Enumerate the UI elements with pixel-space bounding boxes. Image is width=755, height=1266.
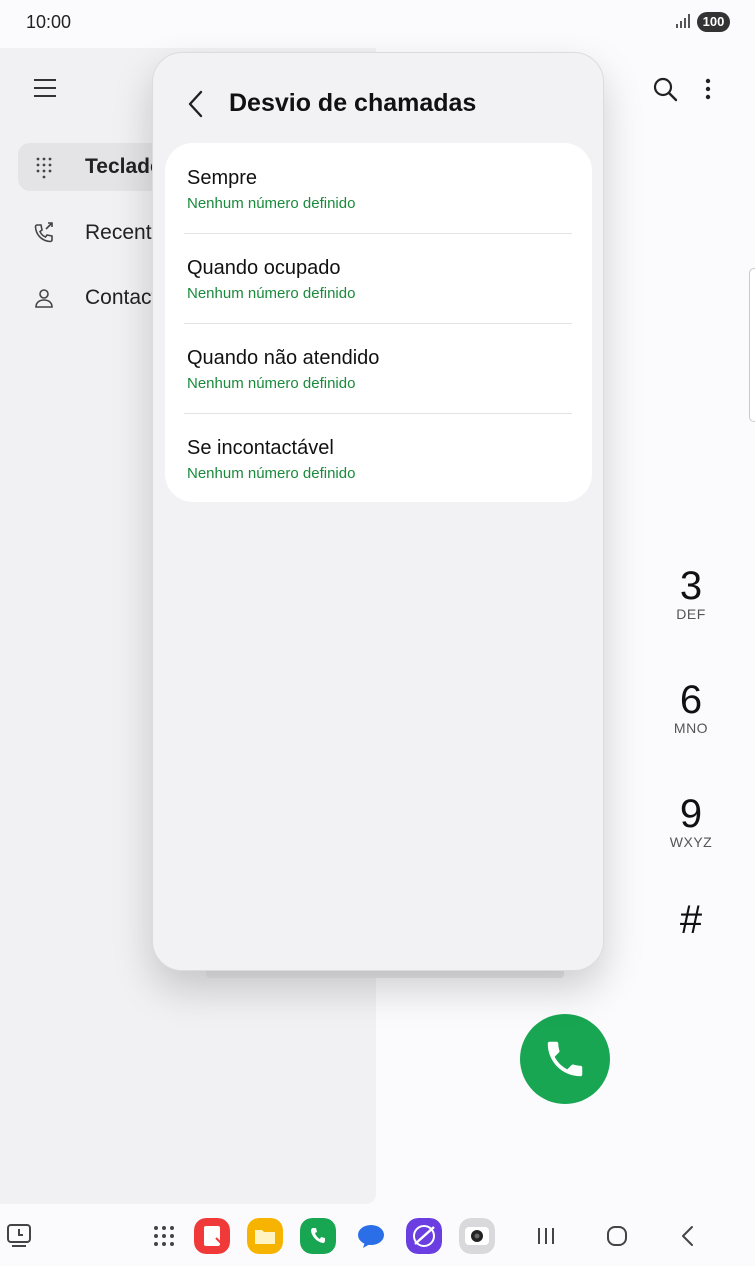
call-forwarding-popup: Desvio de chamadas Sempre Nenhum número … — [152, 52, 604, 971]
option-when-busy[interactable]: Quando ocupado Nenhum número definido — [165, 233, 592, 323]
notes-app-icon[interactable] — [194, 1218, 230, 1254]
option-when-unreachable[interactable]: Se incontactável Nenhum número definido — [165, 413, 592, 503]
files-app-icon[interactable] — [247, 1218, 283, 1254]
menu-icon[interactable] — [34, 78, 56, 98]
contacts-icon — [35, 289, 53, 308]
search-icon[interactable] — [652, 76, 678, 102]
option-subtitle: Nenhum número definido — [187, 465, 356, 482]
call-button[interactable] — [520, 1014, 610, 1104]
dial-key-letters: DEF — [676, 606, 706, 622]
page-title: Desvio de chamadas — [229, 89, 477, 117]
phone-icon — [547, 1041, 583, 1077]
option-subtitle: Nenhum número definido — [187, 375, 356, 392]
battery-indicator: 100 — [697, 12, 730, 32]
screen-capture-icon[interactable] — [2, 1218, 38, 1254]
option-subtitle: Nenhum número definido — [187, 195, 356, 212]
more-options-icon[interactable] — [700, 76, 716, 102]
app-drawer-icon[interactable] — [146, 1218, 182, 1254]
side-handle[interactable] — [749, 268, 755, 422]
back-nav-icon[interactable] — [670, 1218, 706, 1254]
option-title: Se incontactável — [187, 437, 334, 459]
home-nav-icon[interactable] — [599, 1218, 635, 1254]
recent-calls-icon — [34, 222, 53, 243]
option-title: Quando não atendido — [187, 347, 380, 369]
messages-app-icon[interactable] — [353, 1218, 389, 1254]
status-bar: 10:00 100 — [0, 0, 755, 46]
option-title: Sempre — [187, 167, 258, 189]
signal-icon — [676, 14, 690, 28]
forwarding-options-card: Sempre Nenhum número definido Quando ocu… — [165, 143, 592, 502]
camera-app-icon[interactable] — [459, 1218, 495, 1254]
dial-key-number: 3 — [679, 564, 703, 608]
internet-app-icon[interactable] — [406, 1218, 442, 1254]
dial-key-3[interactable]: 3 DEF — [660, 566, 722, 622]
popup-header: Desvio de chamadas — [153, 53, 605, 143]
dial-key-letters: MNO — [673, 720, 709, 736]
dial-key-letters: WXYZ — [669, 834, 713, 850]
dial-key-number: 6 — [679, 678, 703, 722]
option-subtitle: Nenhum número definido — [187, 285, 356, 302]
option-always[interactable]: Sempre Nenhum número definido — [165, 143, 592, 233]
keypad-icon — [36, 157, 52, 179]
phone-app-icon[interactable] — [300, 1218, 336, 1254]
status-time: 10:00 — [26, 12, 72, 32]
back-arrow-icon[interactable] — [185, 89, 207, 119]
dial-key-6[interactable]: 6 MNO — [660, 680, 722, 736]
dial-key-hash[interactable]: # — [660, 898, 722, 943]
option-when-unanswered[interactable]: Quando não atendido Nenhum número defini… — [165, 323, 592, 413]
dial-key-number: 9 — [679, 792, 703, 836]
recents-nav-icon[interactable] — [528, 1218, 564, 1254]
dial-key-9[interactable]: 9 WXYZ — [660, 794, 722, 850]
option-title: Quando ocupado — [187, 257, 341, 279]
